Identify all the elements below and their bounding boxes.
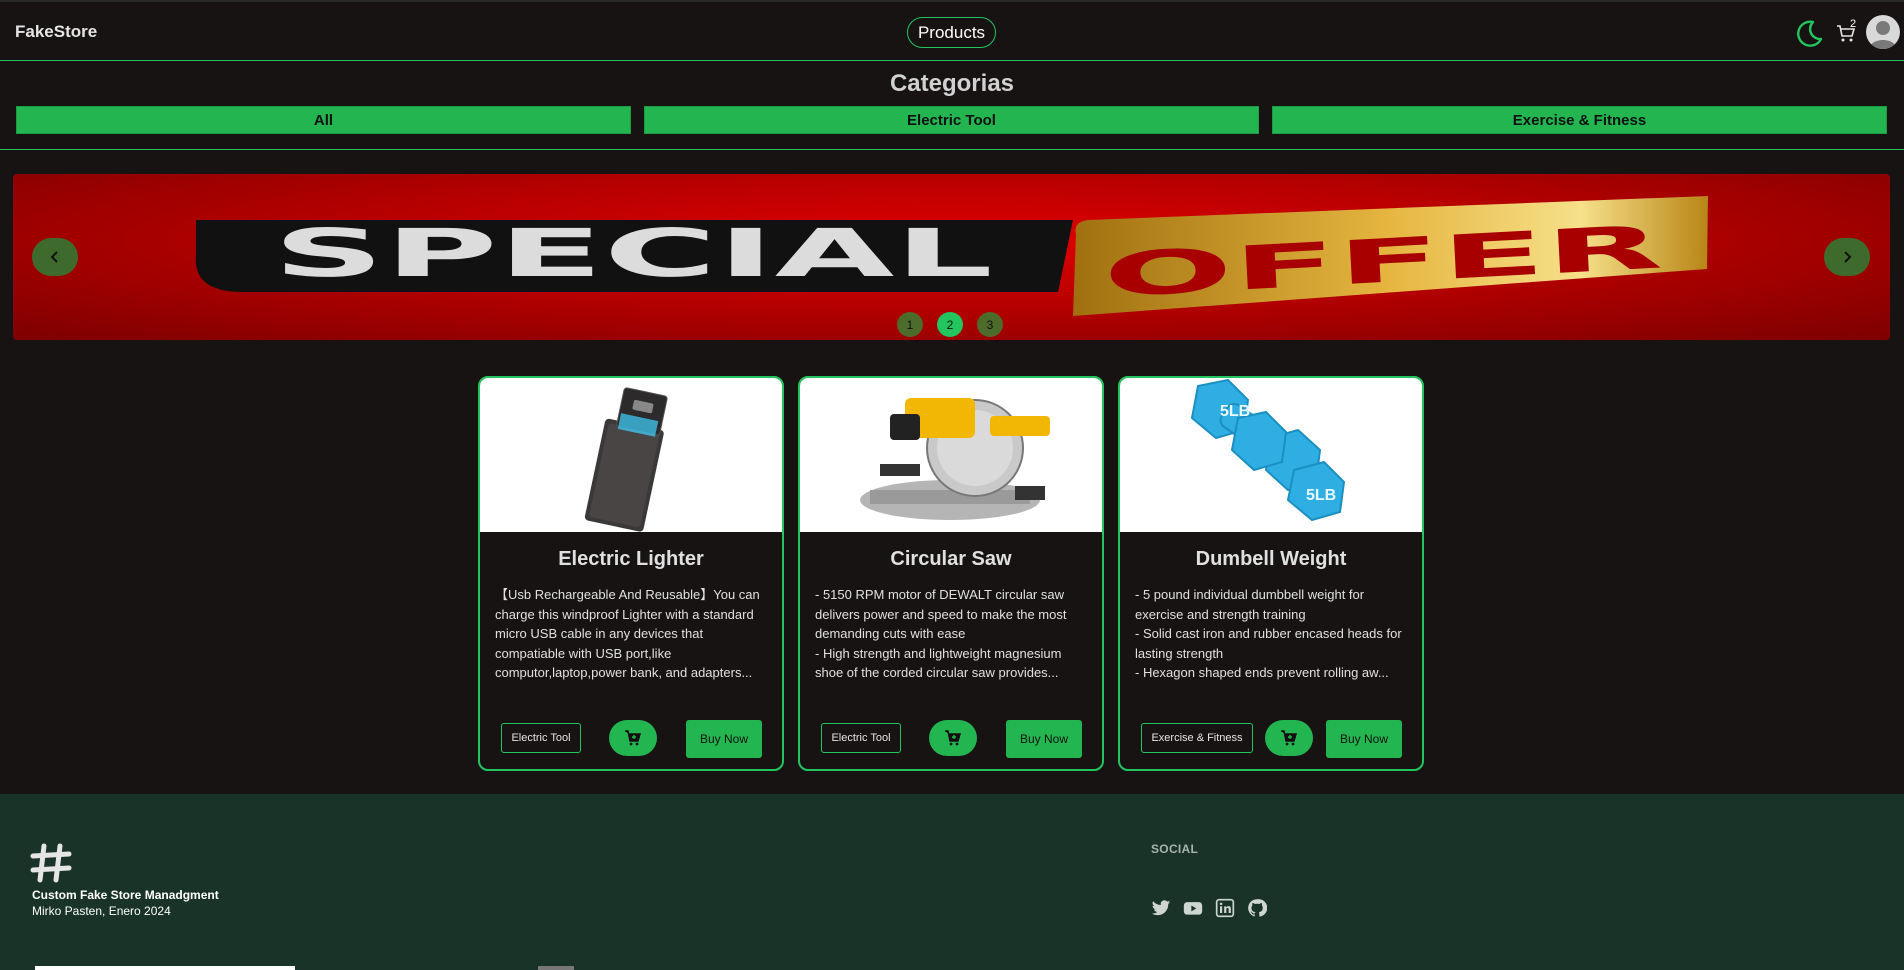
linkedin-icon[interactable]	[1215, 898, 1235, 918]
svg-text:5LB: 5LB	[1220, 403, 1250, 420]
cart-count-badge: 2	[1850, 18, 1857, 30]
footer: Custom Fake Store Manadgment Mirko Paste…	[0, 794, 1904, 970]
buy-now-button[interactable]: Buy Now	[686, 720, 762, 758]
svg-text:5LB: 5LB	[1306, 487, 1336, 504]
product-category-tag[interactable]: Electric Tool	[821, 723, 901, 753]
carousel-indicator-3[interactable]: 3	[977, 312, 1003, 337]
product-description: - 5150 RPM motor of DEWALT circular saw …	[815, 587, 1067, 680]
footer-company-name: Custom Fake Store Manadgment	[32, 888, 219, 902]
cart-add-icon	[945, 730, 961, 746]
product-description: - 5 pound individual dumbbell weight for…	[1135, 587, 1402, 680]
categories-title: Categorias	[889, 70, 1015, 97]
product-description: 【Usb Rechargeable And Reusable】You can c…	[495, 587, 760, 680]
product-title: Dumbell Weight	[1195, 548, 1347, 570]
category-electric-tool-button[interactable]: Electric Tool	[644, 106, 1259, 134]
add-to-cart-button[interactable]	[1265, 720, 1313, 756]
hashtag-logo-icon	[30, 843, 72, 883]
user-avatar[interactable]	[1866, 15, 1900, 49]
top-navbar: FakeStore Products 2	[0, 0, 1904, 61]
products-nav-button[interactable]: Products	[907, 17, 996, 48]
carousel-next-button[interactable]	[1824, 238, 1870, 276]
brand-logo[interactable]: FakeStore	[15, 22, 97, 42]
carousel-prev-button[interactable]	[32, 238, 78, 276]
product-title: Electric Lighter	[558, 548, 704, 570]
github-icon[interactable]	[1247, 898, 1267, 918]
cart-add-icon	[1281, 730, 1297, 746]
twitter-icon[interactable]	[1151, 898, 1171, 918]
buy-now-button[interactable]: Buy Now	[1326, 720, 1402, 758]
add-to-cart-button[interactable]	[609, 720, 657, 756]
add-to-cart-button[interactable]	[929, 720, 977, 756]
footer-author: Mirko Pasten, Enero 2024	[32, 904, 171, 918]
product-image-dumbbell[interactable]: 5LB 5LB	[1120, 378, 1422, 532]
product-card: 5LB 5LB Dumbell Weight - 5 pound individ…	[1118, 376, 1424, 771]
youtube-icon[interactable]	[1183, 898, 1203, 918]
product-image-lighter[interactable]	[480, 378, 782, 532]
product-image-circular-saw[interactable]	[800, 378, 1102, 532]
user-icon	[1869, 21, 1897, 49]
product-title: Circular Saw	[890, 548, 1012, 570]
footer-social-heading: SOCIAL	[1151, 842, 1199, 856]
categories-divider	[0, 149, 1904, 150]
category-all-button[interactable]: All	[16, 106, 631, 134]
product-category-tag[interactable]: Exercise & Fitness	[1141, 723, 1253, 753]
chevron-left-icon	[50, 251, 58, 263]
category-exercise-fitness-button[interactable]: Exercise & Fitness	[1272, 106, 1887, 134]
buy-now-button[interactable]: Buy Now	[1006, 720, 1082, 758]
chevron-right-icon	[1844, 251, 1852, 263]
product-card: Electric Lighter 【Usb Rechargeable And R…	[478, 376, 784, 771]
banner-text-special: SPECIAL	[273, 215, 993, 292]
moon-icon[interactable]	[1794, 18, 1824, 48]
carousel-indicator-2[interactable]: 2	[937, 312, 963, 337]
carousel-indicator-1[interactable]: 1	[897, 312, 923, 337]
footer-image-strip	[35, 966, 295, 970]
footer-image-strip-2	[538, 966, 574, 970]
product-card: Circular Saw - 5150 RPM motor of DEWALT …	[798, 376, 1104, 771]
cart-add-icon	[625, 730, 641, 746]
product-category-tag[interactable]: Electric Tool	[501, 723, 581, 753]
